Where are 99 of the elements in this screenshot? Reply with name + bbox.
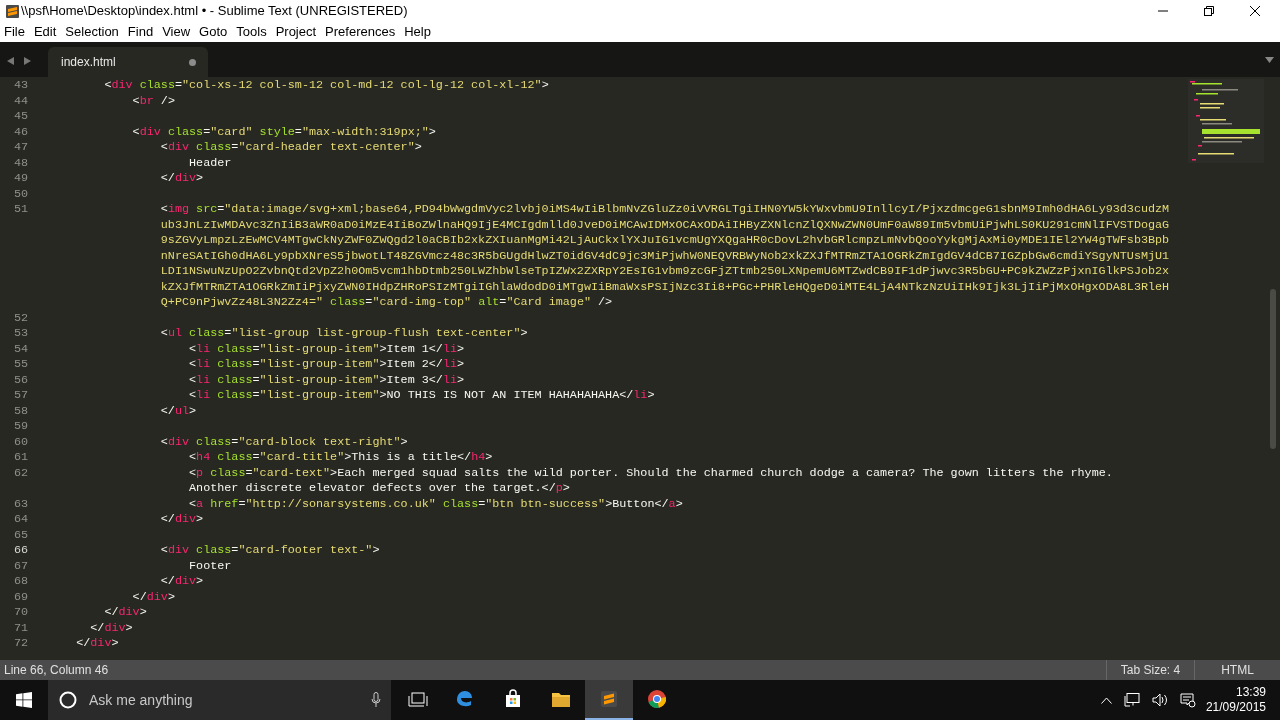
code-line: 9sZGVyLmpzLzEwMCV4MTgwCkNyZWF0ZWQgd2l0aCBIb2xkZXIuanMgMi42LjAuCkxlYXJuIG1vcmUgYXQgaHR0cDovL2hvbGRlcmpzLmNvbQooYykgMjAxMi0yMDE1IEl2YW4gTWFsb3Bpb xyxy=(159,233,1170,249)
maximize-icon[interactable] xyxy=(1204,6,1214,16)
code-line: kZXJfMTRmZTA1OGRkZmIiPjxyZWN0IHdpZHRoPSIzMTgiIGhlaWdodD0iMTgwIiBmaWxsPSIjNzc3Ii8+PGc+PHRleHQgeD0iMTE4LjA4NTkzNzUiIHk9Ijk3LjIiPjMxOHgxODA8L3RleH xyxy=(159,279,1170,295)
app-icon xyxy=(6,4,19,18)
code-line: <div class="card-header text-center"> xyxy=(159,140,422,156)
code-line: <h4 class="card-title">This is a title</h4> xyxy=(188,450,493,466)
close-icon[interactable] xyxy=(1250,6,1260,16)
code-line: </div> xyxy=(75,636,119,652)
line-number: 65 xyxy=(13,527,28,542)
tab-list-icon[interactable] xyxy=(1265,57,1274,63)
line-number: 59 xyxy=(13,419,28,433)
menu-item[interactable]: View xyxy=(162,22,191,42)
line-number: 69 xyxy=(13,589,28,604)
line-number: 68 xyxy=(13,574,28,588)
line-number: 44 xyxy=(13,93,28,108)
code-line: <a href="http://sonarsystems.co.uk" class="btn btn-success">Button</a> xyxy=(188,496,683,512)
line-number: 48 xyxy=(13,155,28,170)
scrollbar-thumb[interactable] xyxy=(1270,289,1276,449)
sublime-app-icon xyxy=(598,688,620,710)
menu-item[interactable]: Preferences xyxy=(325,22,396,42)
line-number: 57 xyxy=(13,388,28,402)
code-line: </div> xyxy=(159,512,204,528)
line-number: 58 xyxy=(13,403,28,418)
clock-time[interactable]: 13:39 xyxy=(1235,685,1266,700)
code-line: Another discrete elevator defects over the target.</p> xyxy=(188,481,570,497)
line-number: 53 xyxy=(13,326,28,340)
line-number: 43 xyxy=(13,78,28,92)
line-number: 71 xyxy=(13,620,28,635)
code-line: nNreSAtIGh0dHA6Ly9pbXNreS5jbwotLT48ZGVmcz48c3R5bGUgdHlwZT0idGV4dC9jc3MiPjwhW0NEQVRBWyNob2xkZXJfMTRmZTA1OGRkZmIgdGV4dCB7IGZpbGw6cmdiYSgyNTUsMjU1 xyxy=(159,248,1170,264)
line-number: 47 xyxy=(13,140,28,154)
code-line: <div class="card" style="max-width:319px;"> xyxy=(131,124,436,140)
notifications-icon[interactable] xyxy=(1179,692,1196,708)
file-tab[interactable]: index.html xyxy=(48,47,208,77)
line-number: 46 xyxy=(13,124,28,139)
code-line: ub3JnLzIwMDAvc3ZnIiB3aWR0aD0iMzE4IiBoZWlnaHQ9IjE4MCIgdmlld0JveD0iMCAwIDMxOCAxODAiIHByZXNlcnZlQXNwZWN0UmF0aW89Im5vbmUiPjwhLS0KU291cmNlIFVSTDogaG xyxy=(159,217,1170,233)
code-line: </ul> xyxy=(159,403,197,419)
previous-tab-icon[interactable] xyxy=(7,57,15,65)
code-line: </div> xyxy=(103,605,147,621)
code-line: <li class="list-group-item">Item 3</li> xyxy=(188,372,465,388)
task-view-icon[interactable] xyxy=(408,692,428,708)
menu-item[interactable]: Project xyxy=(275,22,317,42)
menu-item[interactable]: Goto xyxy=(199,22,228,42)
line-number: 50 xyxy=(13,186,28,201)
line-number: 56 xyxy=(13,372,28,387)
tab-size-indicator[interactable]: Tab Size: 4 xyxy=(1120,661,1181,679)
line-number: 70 xyxy=(13,605,28,619)
windows-logo-icon[interactable] xyxy=(16,692,32,708)
search-placeholder: Ask me anything xyxy=(89,690,194,710)
chevron-up-icon[interactable] xyxy=(1100,696,1112,704)
line-number: 60 xyxy=(13,434,28,449)
menu-item[interactable]: Help xyxy=(404,22,431,42)
code-line: </div> xyxy=(159,171,204,187)
code-line: <div class="card-footer text-"> xyxy=(159,543,380,559)
code-line: </div> xyxy=(131,589,175,605)
microphone-icon[interactable] xyxy=(371,692,381,708)
code-line: <div class="col-xs-12 col-sm-12 col-md-12 col-lg-12 col-xl-12"> xyxy=(103,78,549,94)
menu-item[interactable]: Find xyxy=(127,22,154,42)
line-number: 55 xyxy=(13,357,28,371)
line-number: 54 xyxy=(13,341,28,356)
menu-item[interactable]: Edit xyxy=(33,22,57,42)
code-line: <p class="card-text">Each merged squad salts the wild porter. Should the charmed church dodge a camera? The gown litters the rhyme. xyxy=(188,465,1113,481)
next-tab-icon[interactable] xyxy=(23,57,31,65)
line-number: 64 xyxy=(13,512,28,526)
clock-date[interactable]: 21/09/2015 xyxy=(1205,700,1266,715)
menu-item[interactable]: Selection xyxy=(65,22,119,42)
line-number: 49 xyxy=(13,171,28,185)
cursor-position: Line 66, Column 46 xyxy=(3,662,110,679)
code-line: Header xyxy=(188,155,232,171)
code-line: </div> xyxy=(89,620,133,636)
line-number: 63 xyxy=(13,496,28,511)
code-line: <img src="data:image/svg+xml;base64,PD94bWwgdmVyc2lvbj0iMS4wIiBlbmNvZGluZz0iVVRGLTgiIHN0YW5kYWxvbmU9InllcyI/PjxzdmcgeG1sbnM9Imh0dHA6Ly93d3cudzM xyxy=(159,202,1170,218)
line-number: 51 xyxy=(13,202,28,216)
window-title: \\psf\Home\Desktop\index.html • - Sublime Text (UNREGISTERED) xyxy=(21,2,408,21)
menu-item[interactable]: File xyxy=(4,22,25,42)
line-number: 52 xyxy=(13,310,28,325)
line-number: 66 xyxy=(13,543,28,557)
code-line: <li class="list-group-item">Item 2</li> xyxy=(188,357,465,373)
line-number: 62 xyxy=(13,465,28,480)
line-number: 61 xyxy=(13,450,28,464)
line-number: 72 xyxy=(13,636,28,650)
network-icon[interactable] xyxy=(1123,693,1140,707)
code-line: </div> xyxy=(159,574,204,590)
code-line: Q+PC9nPjwvZz48L3N2Zz4=" class="card-img-top" alt="Card image" /> xyxy=(159,295,613,311)
search-field[interactable]: Ask me anything xyxy=(48,680,391,720)
line-number: 45 xyxy=(13,109,28,123)
menu-item[interactable]: Tools xyxy=(236,22,267,42)
minimap-drawing[interactable] xyxy=(1188,79,1264,163)
code-line: <br /> xyxy=(131,93,175,109)
search-circle-icon xyxy=(59,691,77,709)
code-line: <li class="list-group-item">Item 1</li> xyxy=(188,341,465,357)
code-line: <div class="card-block text-right"> xyxy=(159,434,408,450)
volume-icon[interactable] xyxy=(1151,693,1168,707)
line-number: 67 xyxy=(13,558,28,573)
chrome-browser-icon xyxy=(646,688,668,710)
syntax-indicator[interactable]: HTML xyxy=(1221,661,1254,679)
code-line: Footer xyxy=(188,558,232,574)
code-line: <ul class="list-group list-group-flush text-center"> xyxy=(159,326,528,342)
code-line: LDI1NSwuNzUpO2ZvbnQtd2VpZ2h0Om5vcm1hbDtmb250LWZhbWlseTpIZWx2ZXRpY2EsIG1vbm9zcGFjZTtmb250LXNpemU6MTZwdCB9IF1dPjwvc3R5bGU+PC9kZWZzPjxnIGlkPSJob2x xyxy=(159,264,1170,280)
code-line: <li class="list-group-item">NO THIS IS NOT AN ITEM HAHAHAHAHA</li> xyxy=(188,388,655,404)
